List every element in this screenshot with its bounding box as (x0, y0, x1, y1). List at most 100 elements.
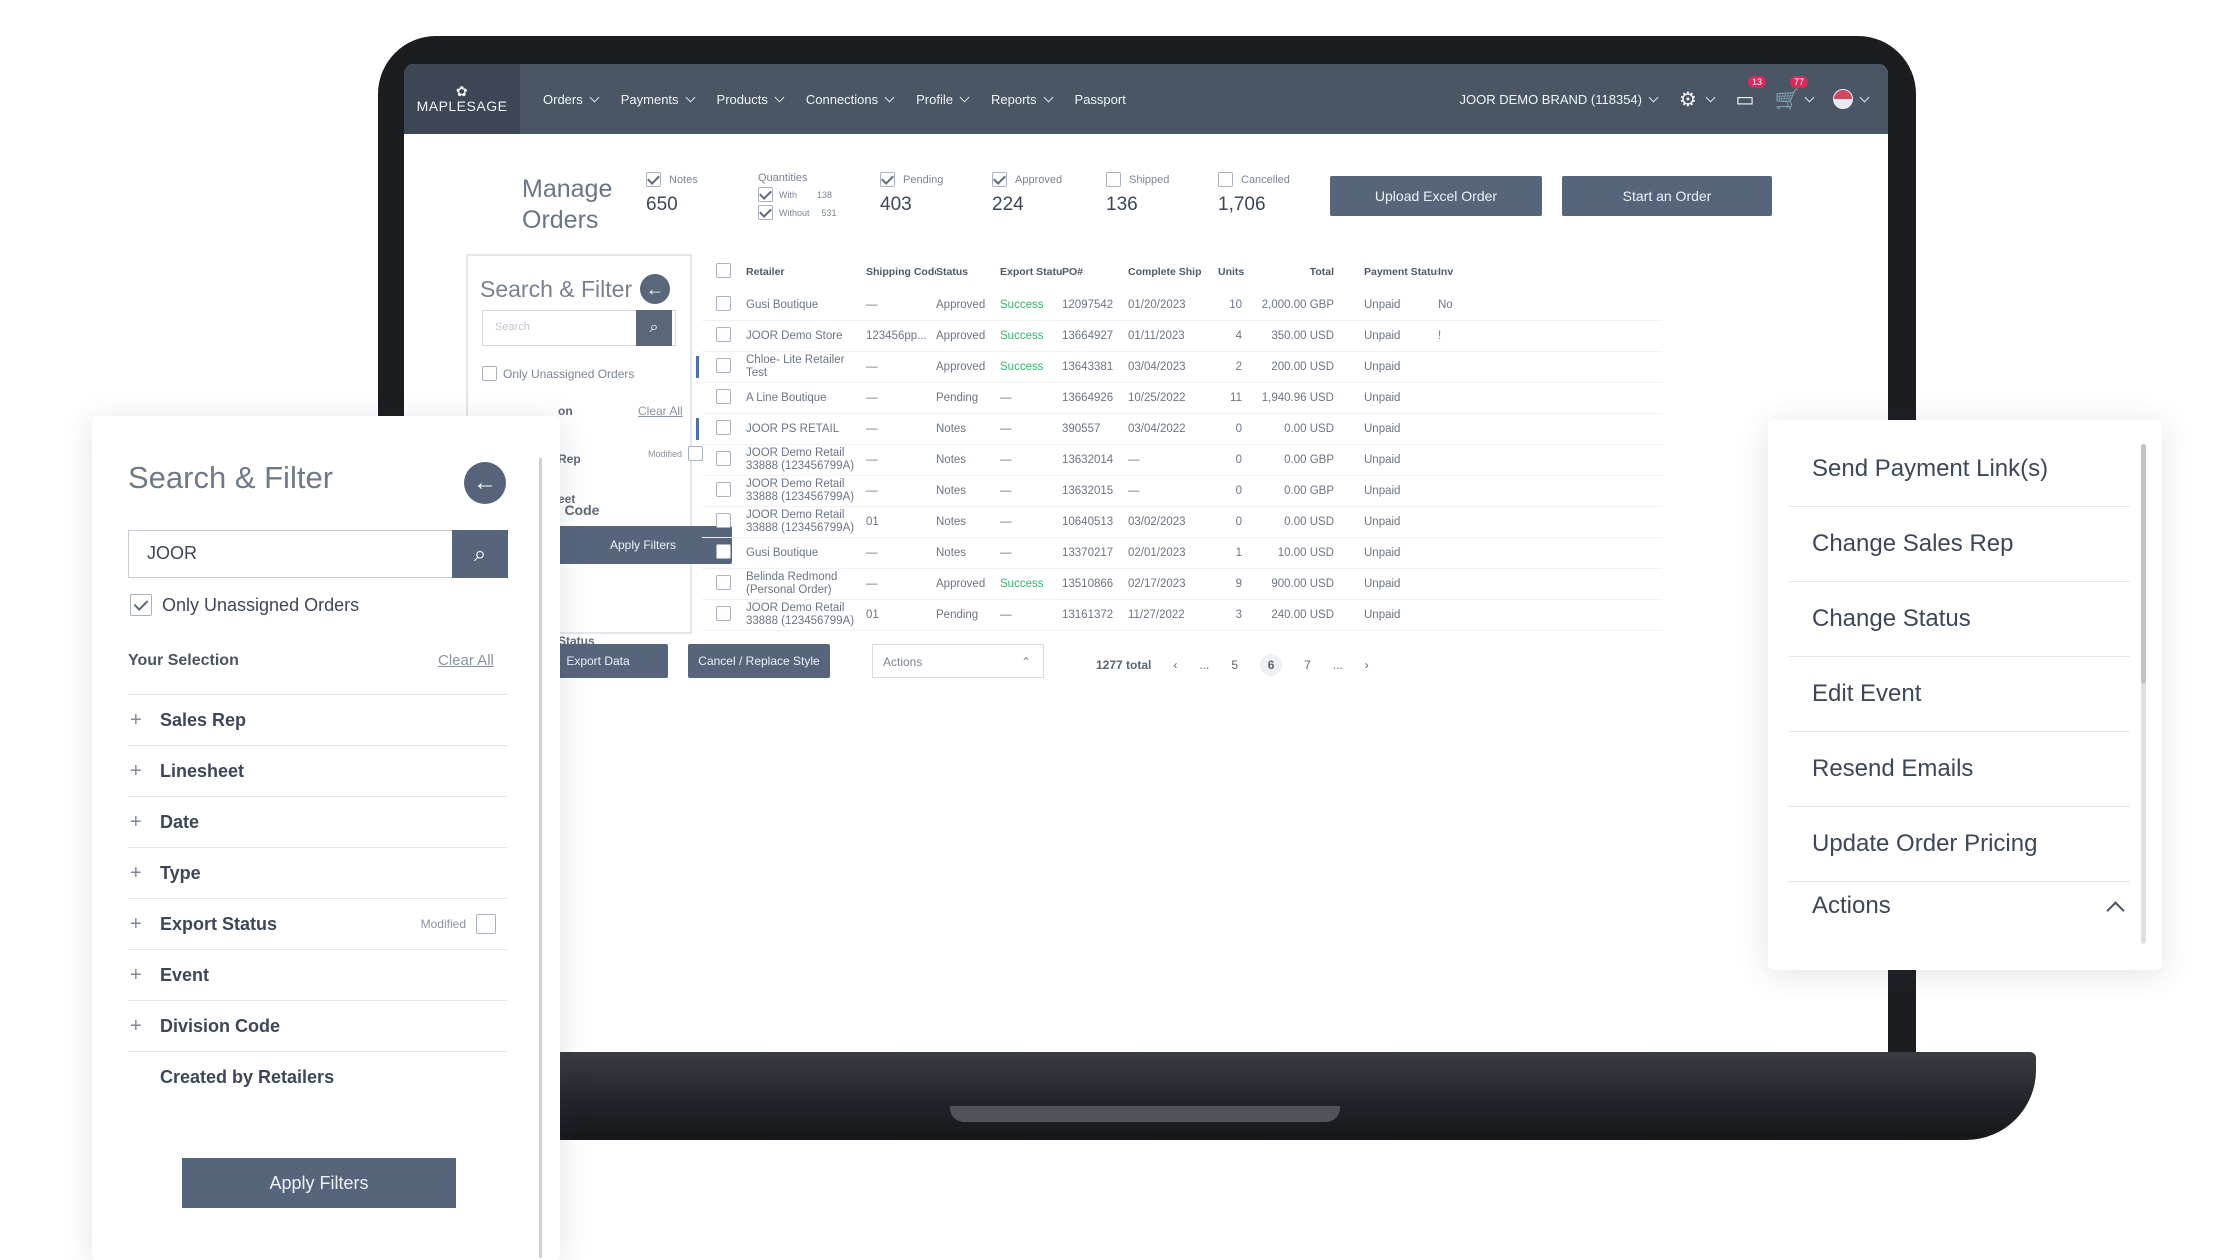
language-selector[interactable] (1833, 89, 1870, 109)
actions-scrollbar[interactable] (2141, 444, 2146, 944)
row-checkbox[interactable] (716, 326, 731, 342)
col-po[interactable]: PO# (1062, 266, 1128, 279)
approved-checkbox[interactable] (992, 172, 1007, 187)
nav-products[interactable]: Products (717, 92, 785, 107)
messages-button[interactable]: ▭ 13 (1734, 76, 1766, 111)
with-checkbox[interactable] (758, 187, 773, 202)
upload-excel-order-button[interactable]: Upload Excel Order (1330, 176, 1542, 216)
filter-sales-rep[interactable]: + Sales Rep (128, 694, 508, 745)
page-7[interactable]: 7 (1304, 658, 1311, 672)
modified-checkbox[interactable] (476, 914, 496, 934)
filter-export-status[interactable]: + Export Status Modified (128, 898, 508, 949)
table-row[interactable]: Gusi Boutique — Approved Success 12097542 01/… (702, 290, 1662, 321)
col-total[interactable]: Total (1258, 266, 1352, 279)
row-checkbox[interactable] (716, 450, 731, 466)
actions-select-toggle[interactable]: Actions (1812, 892, 2125, 920)
filter-date[interactable]: + Date (128, 796, 508, 847)
settings-menu[interactable]: ⚙ (1677, 88, 1716, 111)
small-clear-all-link[interactable]: Clear All (638, 404, 683, 418)
stat-approved[interactable]: Approved 224 (992, 172, 1062, 216)
shipped-checkbox[interactable] (1106, 172, 1121, 187)
col-shipping-code[interactable]: Shipping Code (866, 266, 936, 279)
col-status[interactable]: Status (936, 266, 1000, 279)
action-send-payment-links[interactable]: Send Payment Link(s) (1788, 432, 2130, 507)
unassigned-checkbox[interactable] (130, 594, 152, 616)
without-checkbox[interactable] (758, 205, 773, 220)
stat-shipped[interactable]: Shipped 136 (1106, 172, 1169, 216)
clear-all-link[interactable]: Clear All (438, 652, 494, 669)
row-checkbox[interactable] (716, 357, 731, 373)
notes-checkbox[interactable] (646, 172, 661, 187)
row-checkbox[interactable] (716, 388, 731, 404)
nav-orders[interactable]: Orders (543, 92, 600, 107)
nav-reports[interactable]: Reports (991, 92, 1053, 107)
filter-linesheet[interactable]: + Linesheet (128, 745, 508, 796)
table-row[interactable]: Gusi Boutique — Notes — 13370217 02/01/2023 1 1… (702, 538, 1662, 569)
row-checkbox[interactable] (716, 481, 731, 497)
row-checkbox[interactable] (716, 574, 731, 590)
nav-profile[interactable]: Profile (916, 92, 970, 107)
col-export-status[interactable]: Export Status (1000, 266, 1062, 279)
table-row[interactable]: JOOR Demo Retail 33888 (123456799A) — Note… (702, 445, 1662, 476)
action-change-sales-rep[interactable]: Change Sales Rep (1788, 507, 2130, 582)
nav-payments[interactable]: Payments (621, 92, 695, 107)
search-input[interactable]: JOOR (128, 530, 454, 578)
pending-checkbox[interactable] (880, 172, 895, 187)
action-edit-event[interactable]: Edit Event (1788, 657, 2130, 732)
table-row[interactable]: A Line Boutique — Pending — 13664926 10/25/20… (702, 383, 1662, 414)
select-all-checkbox[interactable] (716, 262, 731, 278)
cancelled-checkbox[interactable] (1218, 172, 1233, 187)
page-5[interactable]: 5 (1231, 658, 1238, 672)
col-payment-status[interactable]: Payment Status (1352, 266, 1438, 279)
cell-retailer: JOOR Demo Retail 33888 (123456799A) (746, 478, 855, 503)
col-invoice[interactable]: Inv (1438, 266, 1468, 279)
table-row[interactable]: JOOR PS RETAIL — Notes — 390557 03/04/2022 0 0.… (696, 414, 1662, 445)
cart-menu[interactable]: 🛒 77 (1775, 76, 1815, 111)
table-row[interactable]: Chloe- Lite Retailer Test — Approved Succes… (696, 352, 1662, 383)
col-units[interactable]: Units (1218, 266, 1258, 279)
small-search-button[interactable]: ⌕ (636, 310, 672, 346)
row-checkbox[interactable] (716, 419, 731, 435)
cell-units: 3 (1235, 608, 1242, 621)
table-row[interactable]: Belinda Redmond (Personal Order) — Approve… (702, 569, 1662, 600)
row-checkbox[interactable] (716, 605, 731, 621)
filter-event[interactable]: + Event (128, 949, 508, 1000)
table-row[interactable]: JOOR Demo Retail 33888 (123456799A) — Note… (702, 476, 1662, 507)
actions-select[interactable]: Actions ⌃ (872, 644, 1044, 678)
action-update-order-pricing[interactable]: Update Order Pricing (1788, 807, 2130, 882)
prev-page-button[interactable]: ‹ (1173, 658, 1177, 672)
apply-filters-button[interactable]: Apply Filters (182, 1158, 456, 1208)
scrollbar-thumb[interactable] (2141, 444, 2146, 684)
row-checkbox[interactable] (716, 543, 731, 559)
table-row[interactable]: JOOR Demo Retail 33888 (123456799A) 01 Not… (702, 507, 1662, 538)
action-change-status[interactable]: Change Status (1788, 582, 2130, 657)
small-unassigned-toggle[interactable]: Only Unassigned Orders (482, 366, 634, 381)
table-row[interactable]: JOOR Demo Retail 33888 (123456799A) 01 Pen… (702, 600, 1662, 631)
filter-division-code[interactable]: + Division Code (128, 1000, 508, 1051)
table-row[interactable]: JOOR Demo Store 123456pp... Approved Succes… (702, 321, 1662, 352)
stat-pending[interactable]: Pending 403 (880, 172, 943, 216)
small-modified-toggle[interactable]: Modified (648, 446, 704, 461)
search-button[interactable]: ⌕ (452, 530, 508, 578)
stat-notes[interactable]: Notes 650 (646, 172, 698, 216)
filter-type[interactable]: + Type (128, 847, 508, 898)
next-page-button[interactable]: › (1365, 658, 1369, 672)
only-unassigned-toggle[interactable]: Only Unassigned Orders (130, 594, 359, 616)
col-complete-ship[interactable]: Complete Ship (1128, 266, 1218, 279)
nav-passport[interactable]: Passport (1075, 92, 1126, 107)
start-order-button[interactable]: Start an Order (1562, 176, 1772, 216)
modified-toggle[interactable]: Modified (421, 914, 496, 934)
nav-connections[interactable]: Connections (806, 92, 895, 107)
cancel-replace-style-button[interactable]: Cancel / Replace Style (688, 644, 830, 678)
stat-cancelled[interactable]: Cancelled 1,706 (1218, 172, 1290, 216)
row-checkbox[interactable] (716, 295, 731, 311)
row-checkbox[interactable] (716, 512, 731, 528)
action-resend-emails[interactable]: Resend Emails (1788, 732, 2130, 807)
col-retailer[interactable]: Retailer (746, 266, 866, 279)
page-6-current[interactable]: 6 (1260, 654, 1283, 676)
brand-selector[interactable]: JOOR DEMO BRAND (118354) (1459, 92, 1659, 107)
filter-created-by-retailers[interactable]: Created by Retailers (128, 1051, 508, 1102)
brand-logo[interactable]: ✿ MAPLESAGE (404, 64, 520, 134)
collapse-arrow-icon[interactable]: ← (640, 274, 670, 304)
collapse-filter-button[interactable]: ← (464, 462, 506, 504)
